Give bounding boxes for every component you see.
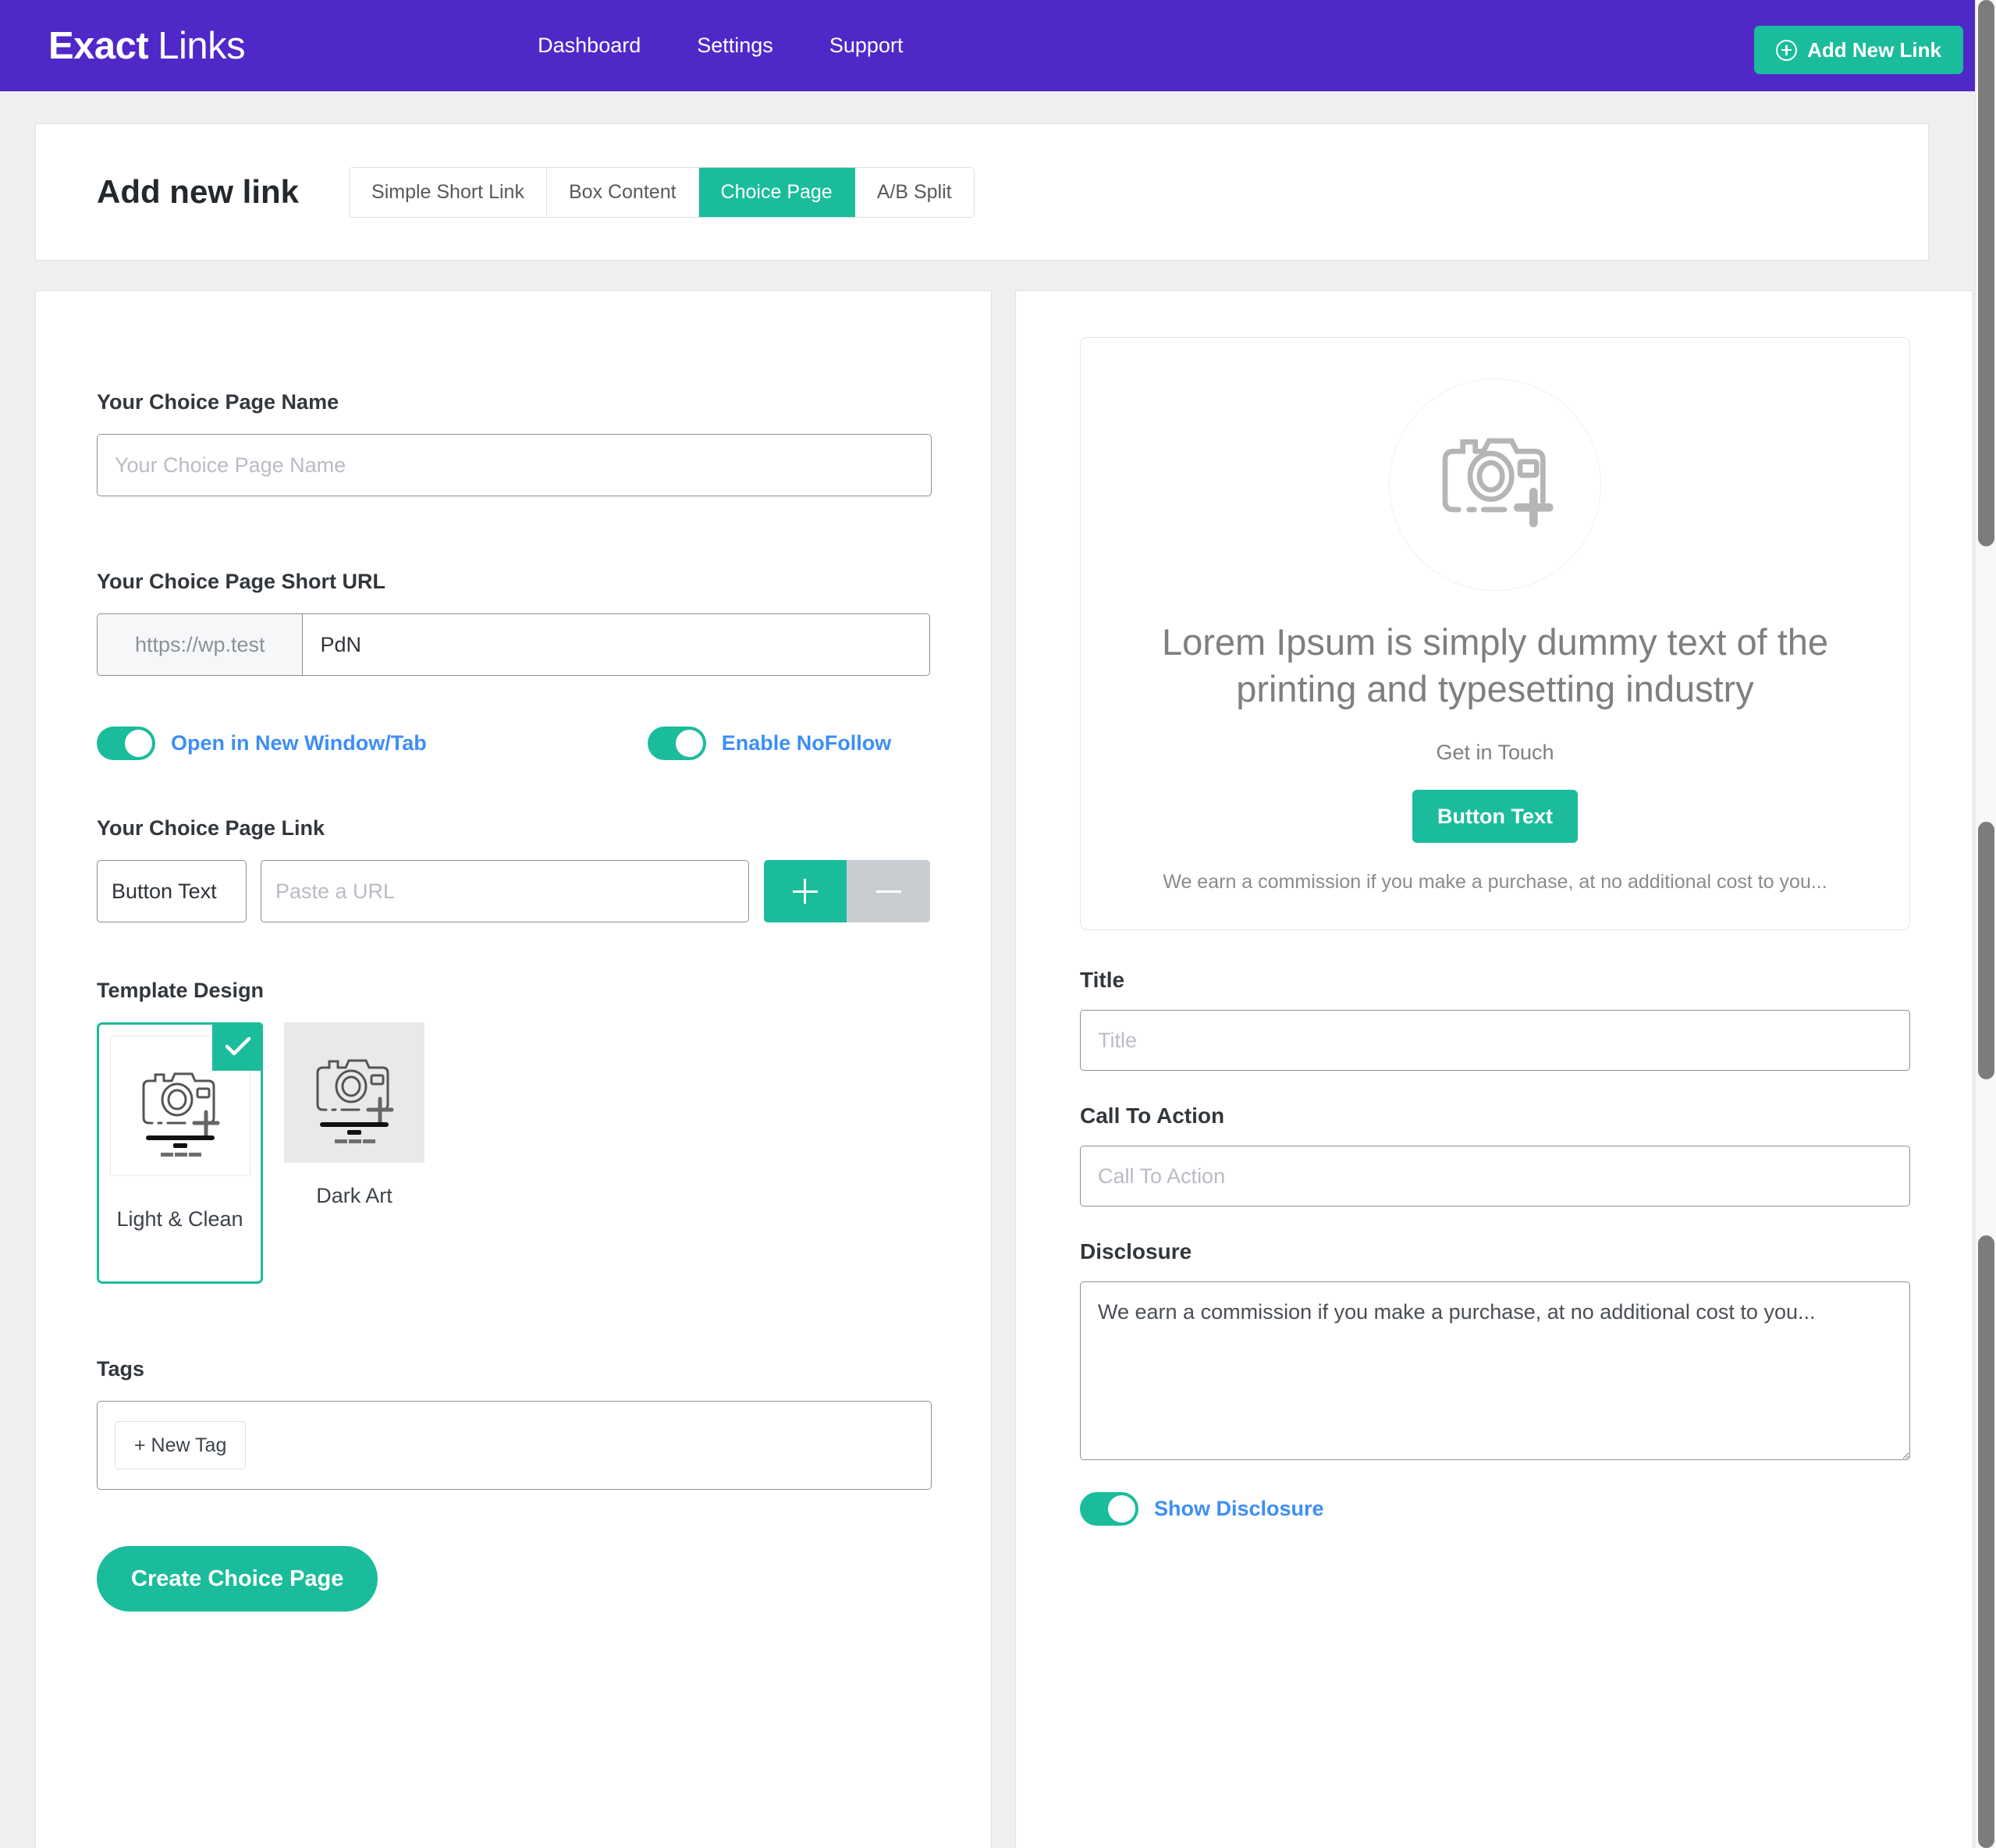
choice-page-name-label: Your Choice Page Name [97,390,339,414]
choice-page-name-input[interactable] [97,434,932,496]
template-thumbnail-dark [284,1022,424,1163]
new-tag-button[interactable]: + New Tag [115,1421,247,1470]
preview-image-placeholder[interactable] [1389,378,1601,591]
scrollbar-thumb[interactable] [1978,0,1994,546]
scrollbar-thumb-tertiary[interactable] [1978,1235,1994,1848]
template-name-dark: Dark Art [316,1184,392,1207]
row-controls [763,860,930,922]
show-disclosure-toggle-group: Show Disclosure [1080,1492,1909,1526]
open-new-window-label: Open in New Window/Tab [171,731,427,755]
preview-call-to-action: Get in Touch [1436,741,1554,765]
remove-link-row-button[interactable] [847,860,930,922]
choice-page-preview: Lorem Ipsum is simply dummy text of the … [1080,337,1910,931]
call-to-action-input[interactable] [1080,1146,1910,1207]
plus-circle-icon [1776,39,1798,61]
open-new-window-toggle-group: Open in New Window/Tab [97,727,427,760]
link-options-toggles: Open in New Window/Tab Enable NoFollow [97,727,930,760]
content-columns: Your Choice Page Name Your Choice Page S… [35,290,1973,1848]
brand-name-strong: Exact [48,24,149,67]
enable-nofollow-toggle[interactable] [647,727,706,760]
choice-page-link-label: Your Choice Page Link [97,816,325,840]
add-new-link-button[interactable]: Add New Link [1754,26,1963,74]
add-new-link-label: Add New Link [1807,37,1941,62]
link-button-text-input[interactable] [97,860,247,922]
title-input[interactable] [1080,1010,1910,1071]
disclosure-textarea[interactable] [1080,1281,1910,1461]
preview-button[interactable]: Button Text [1412,790,1578,844]
template-name-light: Light & Clean [116,1207,243,1231]
enable-nofollow-label: Enable NoFollow [721,731,892,755]
short-url-prefix: https://wp.test [97,613,303,676]
link-url-input[interactable] [261,860,749,922]
nav-links: Dashboard Settings Support [538,34,903,58]
short-url-slug-input[interactable] [302,613,930,676]
preview-disclosure-text: We earn a commission if you make a purch… [1163,871,1827,894]
title-label: Title [1080,968,1125,993]
template-design-options: Light & Clean Dark Art [97,1022,930,1284]
show-disclosure-toggle[interactable] [1080,1492,1138,1526]
tags-label: Tags [97,1357,145,1381]
minus-icon [875,879,901,904]
short-url-label: Your Choice Page Short URL [97,570,386,593]
template-option-dark-art[interactable]: Dark Art [284,1022,424,1208]
check-icon [212,1022,263,1071]
open-new-window-toggle[interactable] [97,727,155,760]
short-url-group: https://wp.test [97,613,930,676]
camera-add-icon [1442,438,1554,528]
top-navigation-bar: Exact Links Dashboard Settings Support A… [0,0,1996,91]
nav-item-dashboard[interactable]: Dashboard [538,34,641,58]
link-type-tabs: Simple Short Link Box Content Choice Pag… [349,166,975,218]
tab-box-content[interactable]: Box Content [546,167,699,217]
nav-item-support[interactable]: Support [829,34,904,58]
template-design-label: Template Design [97,979,265,1002]
brand-name-light: Links [158,24,246,67]
page-body: Add new link Simple Short Link Box Conte… [0,91,1973,1848]
preview-title: Lorem Ipsum is simply dummy text of the … [1161,621,1829,710]
tab-ab-split[interactable]: A/B Split [854,167,974,217]
add-link-row-button[interactable] [763,860,847,922]
page-title: Add new link [97,173,300,210]
scrollbar-thumb-secondary[interactable] [1978,822,1994,1079]
show-disclosure-label: Show Disclosure [1154,1497,1324,1521]
tab-simple-short-link[interactable]: Simple Short Link [350,167,547,217]
tab-choice-page[interactable]: Choice Page [698,167,855,217]
template-option-light-clean[interactable]: Light & Clean [97,1022,263,1284]
nav-item-settings[interactable]: Settings [697,34,773,58]
nofollow-toggle-group: Enable NoFollow [647,727,892,760]
choice-page-link-row [97,860,930,922]
page-scrollbar[interactable] [1975,0,1996,1848]
tags-container[interactable]: + New Tag [97,1401,932,1490]
page-header-card: Add new link Simple Short Link Box Conte… [35,123,1929,261]
disclosure-label: Disclosure [1080,1239,1192,1264]
brand-logo[interactable]: Exact Links [48,24,246,68]
plus-icon [792,879,818,904]
choice-page-form-panel: Your Choice Page Name Your Choice Page S… [35,290,992,1848]
choice-page-preview-panel: Lorem Ipsum is simply dummy text of the … [1015,290,1973,1848]
create-choice-page-button[interactable]: Create Choice Page [97,1546,378,1612]
call-to-action-label: Call To Action [1080,1103,1225,1128]
